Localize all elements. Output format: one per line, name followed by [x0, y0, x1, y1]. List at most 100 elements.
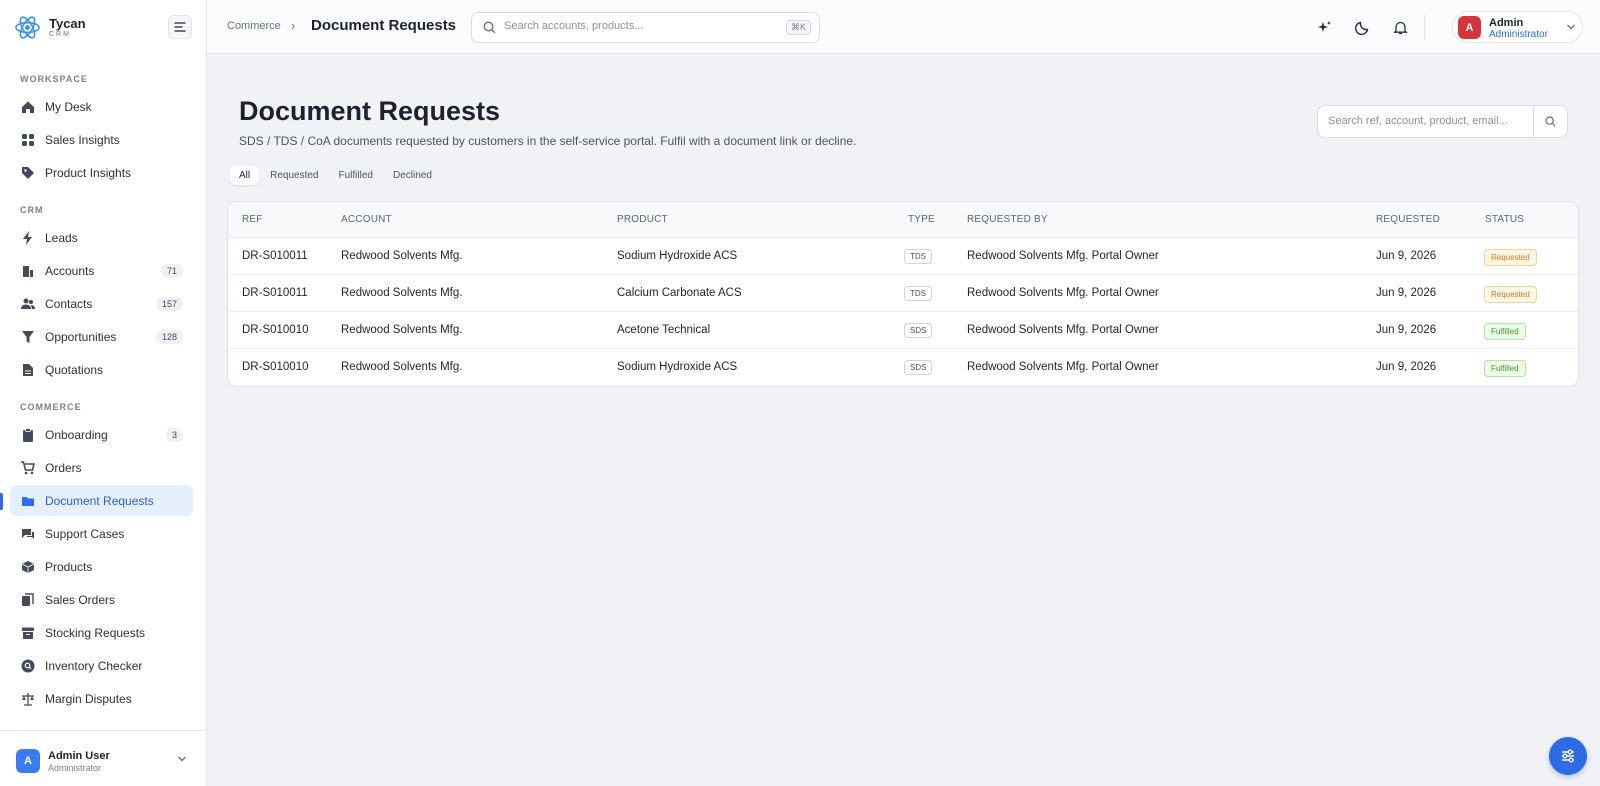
chevron-down-icon	[1567, 24, 1575, 30]
brand[interactable]: Tycan CRM	[14, 14, 86, 41]
sidebar-item-onboarding[interactable]: Onboarding 3	[10, 419, 193, 450]
sliders-icon	[1562, 749, 1574, 763]
global-search-input[interactable]	[504, 20, 774, 32]
requests-search[interactable]	[1317, 105, 1568, 138]
column-status[interactable]: STATUS	[1485, 214, 1524, 225]
sidebar-item-margin-disputes[interactable]: Margin Disputes	[10, 683, 193, 714]
sidebar-item-stocking-requests[interactable]: Stocking Requests	[10, 617, 193, 648]
sidebar-item-product-insights[interactable]: Product Insights	[10, 157, 193, 188]
scale-icon	[21, 692, 35, 706]
sidebar-item-label: Products	[45, 559, 93, 574]
sidebar-item-label: Support Cases	[45, 526, 125, 541]
status-badge: Fulfilled	[1484, 323, 1526, 340]
type-badge: TDS	[904, 286, 932, 301]
user-role: Administrator	[1489, 29, 1548, 40]
sidebar-item-quotations[interactable]: Quotations	[10, 354, 193, 385]
user-name: Admin	[1489, 17, 1524, 29]
sidebar-item-label: Contacts	[45, 296, 93, 311]
table-row[interactable]: DR-S010010 Redwood Solvents Mfg. Acetone…	[228, 312, 1578, 349]
column-product[interactable]: PRODUCT	[617, 214, 668, 225]
section-crm: CRM	[20, 205, 44, 215]
grid-icon	[21, 133, 35, 147]
folder-icon	[21, 494, 35, 508]
sidebar-item-inventory-checker[interactable]: Inventory Checker	[10, 650, 193, 681]
global-search[interactable]: ⌘K	[471, 12, 820, 43]
page-title: Document Requests	[239, 96, 501, 126]
sidebar-item-label: Margin Disputes	[45, 691, 132, 706]
type-badge: SDS	[904, 323, 933, 338]
column-requested[interactable]: REQUESTED	[1376, 214, 1440, 225]
column-account[interactable]: ACCOUNT	[341, 214, 392, 225]
collapse-sidebar-button[interactable]	[168, 15, 192, 39]
section-workspace: WORKSPACE	[20, 74, 88, 84]
column-requested-by[interactable]: REQUESTED BY	[967, 214, 1048, 225]
onboarding-count-badge: 3	[165, 427, 183, 442]
topbar: Commerce › Document Requests ⌘K A Admin …	[207, 0, 1600, 54]
contacts-count-badge: 157	[155, 296, 183, 311]
tab-all[interactable]: All	[230, 166, 260, 185]
cell-ref: DR-S010010	[242, 361, 309, 373]
sidebar-item-label: Stocking Requests	[45, 625, 146, 640]
sidebar-item-my-desk[interactable]: My Desk	[10, 91, 193, 122]
sidebar-item-contacts[interactable]: Contacts 157	[10, 288, 193, 319]
accounts-count-badge: 71	[160, 263, 183, 278]
sidebar-item-label: Inventory Checker	[45, 658, 143, 673]
cell-requested-date: Jun 9, 2026	[1376, 250, 1437, 262]
sidebar-item-sales-orders[interactable]: Sales Orders	[10, 584, 193, 615]
sparkle-icon	[1317, 20, 1331, 32]
ai-sparkle-button[interactable]	[1315, 18, 1333, 36]
sidebar-item-document-requests[interactable]: Document Requests	[10, 485, 193, 516]
requests-search-input[interactable]	[1328, 115, 1528, 127]
sidebar-item-leads[interactable]: Leads	[10, 222, 193, 253]
table-row[interactable]: DR-S010010 Redwood Solvents Mfg. Sodium …	[228, 349, 1578, 386]
column-ref[interactable]: REF	[242, 214, 263, 225]
sidebar-item-support-cases[interactable]: Support Cases	[10, 518, 193, 549]
sidebar-item-label: Sales Insights	[45, 132, 120, 147]
building-icon	[21, 264, 35, 278]
search-icon	[483, 21, 496, 34]
cart-icon	[21, 460, 35, 475]
sidebar-item-sales-insights[interactable]: Sales Insights	[10, 124, 193, 155]
cell-requested-by: Redwood Solvents Mfg. Portal Owner	[967, 287, 1159, 299]
filters-fab-button[interactable]	[1549, 737, 1587, 775]
sidebar-item-label: Document Requests	[45, 493, 154, 508]
sidebar-item-label: Opportunities	[45, 329, 117, 344]
user-role: Administrator	[48, 763, 102, 773]
avatar: A	[16, 749, 40, 773]
cell-requested-by: Redwood Solvents Mfg. Portal Owner	[967, 361, 1159, 373]
brand-name: Tycan	[49, 15, 86, 31]
requests-table: REF ACCOUNT PRODUCT TYPE REQUESTED BY RE…	[227, 201, 1579, 387]
shortcut-hint: ⌘K	[785, 20, 811, 35]
tab-requested[interactable]: Requested	[261, 166, 327, 185]
cell-product: Calcium Carbonate ACS	[617, 287, 742, 299]
search-button[interactable]	[1533, 106, 1567, 137]
box-icon	[21, 560, 35, 574]
cell-product: Sodium Hydroxide ACS	[617, 250, 738, 262]
sidebar-item-orders[interactable]: Orders	[10, 452, 193, 483]
user-menu[interactable]: A Admin Administrator	[1452, 11, 1583, 43]
cell-ref: DR-S010010	[242, 324, 309, 336]
sidebar-item-opportunities[interactable]: Opportunities 128	[10, 321, 193, 352]
tab-fulfilled[interactable]: Fulfilled	[330, 166, 382, 185]
breadcrumb-separator: ›	[291, 18, 296, 33]
sidebar-user-menu[interactable]: A Admin User Administrator	[0, 730, 206, 786]
cell-product: Acetone Technical	[617, 324, 711, 336]
table-row[interactable]: DR-S010011 Redwood Solvents Mfg. Sodium …	[228, 238, 1578, 275]
search-circle-icon	[21, 659, 35, 673]
theme-toggle-button[interactable]	[1353, 18, 1371, 36]
column-type[interactable]: TYPE	[908, 214, 935, 225]
breadcrumb-commerce[interactable]: Commerce	[227, 20, 281, 32]
notifications-button[interactable]	[1391, 18, 1409, 36]
section-commerce: COMMERCE	[20, 402, 82, 412]
table-row[interactable]: DR-S010011 Redwood Solvents Mfg. Calcium…	[228, 275, 1578, 312]
bolt-icon	[21, 230, 35, 245]
cell-account: Redwood Solvents Mfg.	[341, 361, 463, 373]
breadcrumb-current: Document Requests	[311, 17, 457, 34]
type-badge: TDS	[904, 249, 932, 264]
type-badge: SDS	[904, 360, 933, 375]
cell-account: Redwood Solvents Mfg.	[341, 287, 463, 299]
cell-requested-by: Redwood Solvents Mfg. Portal Owner	[967, 250, 1159, 262]
tab-declined[interactable]: Declined	[384, 166, 441, 185]
sidebar-item-accounts[interactable]: Accounts 71	[10, 255, 193, 286]
sidebar-item-products[interactable]: Products	[10, 551, 193, 582]
